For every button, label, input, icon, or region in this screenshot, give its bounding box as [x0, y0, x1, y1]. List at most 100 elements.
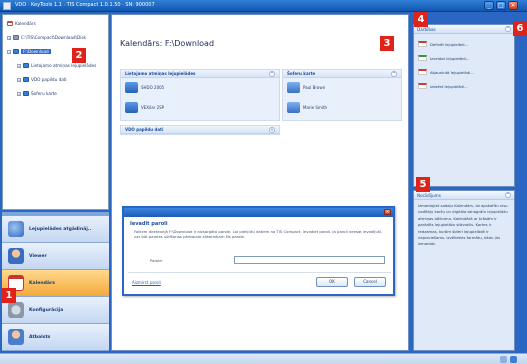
help-status-icon[interactable]	[510, 356, 517, 363]
task-delete-download[interactable]: Izdzēst lejupielādi...	[418, 83, 468, 89]
minimize-button[interactable]: _	[484, 1, 494, 10]
tree-item-label: Šoferu karte	[31, 91, 57, 96]
tree-item-download[interactable]: − F:\Download	[7, 47, 51, 56]
panel-title: Darbības	[417, 26, 436, 32]
panel-header[interactable]: Norādījums ^	[414, 191, 514, 200]
dialog-close-button[interactable]: ×	[384, 209, 391, 215]
support-person-icon	[8, 329, 24, 345]
nav-label: Konfigurācija	[29, 307, 64, 313]
nav-download-reminder[interactable]: Lejupielādes atgādināj..	[2, 216, 109, 243]
task-define-download[interactable]: Definēt lejupielādi...	[418, 41, 468, 47]
password-input[interactable]	[234, 256, 385, 264]
navigation-pane: Lejupielādes atgādināj.. Viewer Kalendār…	[2, 212, 109, 353]
help-panel: Norādījums ^ Izmantojiet sadaļu Kalendār…	[413, 190, 515, 351]
calendar-icon	[7, 21, 13, 26]
callout-badge-3: 3	[380, 36, 394, 51]
collapse-chevron-icon[interactable]: ^	[505, 192, 511, 198]
task-label: Izdzēst lejupielādi...	[430, 83, 468, 89]
nav-label: Lejupielādes atgādināj..	[29, 226, 92, 232]
status-icon	[500, 356, 507, 363]
vdo-extra-section: VDO papildu dati v	[120, 125, 280, 135]
task-create-download[interactable]: Izveidot lejupielādi...	[418, 55, 469, 61]
collapse-chevron-icon[interactable]: ^	[269, 70, 275, 77]
divider	[128, 272, 391, 273]
callout-badge-6: 6	[513, 21, 527, 36]
tree-item-label: Lietojamo atmiņas lejupielādes	[31, 63, 97, 68]
driver-card-icon	[287, 102, 300, 113]
tree-item-label: Kalendārs	[15, 21, 36, 26]
collapse-chevron-icon[interactable]: ^	[505, 26, 511, 32]
nav-calendar[interactable]: Kalendārs	[2, 270, 109, 297]
main-content: Kalendārs: F:\Download Lietojamo atmiņas…	[111, 14, 409, 351]
callout-badge-5: 5	[416, 177, 430, 192]
callout-badge-1: 1	[2, 288, 16, 303]
window-title: VDO · KeyTools 1.1 · TIS Compact 1.0.1.5…	[15, 2, 155, 8]
maximize-button[interactable]: □	[496, 1, 506, 10]
panel-title: Norādījums	[417, 192, 441, 198]
cancel-button[interactable]: Cancel	[354, 277, 386, 287]
tachograph-icon	[125, 102, 138, 113]
driver-card-item[interactable]: Marie Smith	[287, 102, 327, 113]
tachograph-icon	[23, 63, 29, 68]
nav-label: Kalendārs	[29, 280, 56, 286]
task-label: Definēt lejupielādi...	[430, 41, 469, 47]
tree-item-vdo-extra[interactable]: + VDO papildu dati	[17, 75, 67, 84]
nav-label: Atbalsts	[29, 334, 51, 340]
add-task-icon	[418, 55, 427, 61]
tree-item-label: C:\TIS\Compact\Download\Disk	[21, 35, 86, 40]
collapse-chevron-icon[interactable]: ^	[391, 70, 397, 77]
panel-header[interactable]: Darbības ^	[414, 25, 514, 34]
computer-icon	[13, 35, 19, 40]
item-label: Marie Smith	[303, 105, 328, 110]
delete-task-icon	[418, 83, 427, 89]
nav-support[interactable]: Atbalsts	[2, 324, 109, 351]
calendar-task-icon	[418, 69, 427, 75]
nav-viewer[interactable]: Viewer	[2, 243, 109, 270]
dialog-titlebar[interactable]	[124, 208, 393, 217]
status-bar	[0, 353, 527, 364]
expand-icon[interactable]: +	[17, 91, 21, 96]
expand-icon[interactable]: +	[17, 63, 21, 68]
close-button[interactable]: ×	[508, 1, 518, 10]
item-label: SHDO 2005	[141, 85, 165, 90]
task-label: Izveidot lejupielādi...	[430, 55, 470, 61]
expand-icon[interactable]: +	[7, 35, 11, 40]
section-header[interactable]: Šoferu karte ^	[283, 70, 401, 78]
page-title: Kalendārs: F:\Download	[120, 39, 215, 48]
viewer-person-icon	[8, 248, 24, 264]
help-text: Izmantojiet sadaļu Kalendārs, lai apskat…	[418, 203, 508, 247]
section-title: VDO papildu dati	[125, 127, 164, 132]
section-title: Šoferu karte	[287, 71, 316, 76]
tree-item-calendar[interactable]: Kalendārs	[7, 19, 36, 28]
tree-item-label: VDO papildu dati	[31, 77, 67, 82]
item-label: VEXilar 2SP	[141, 105, 165, 110]
dialog-heading: Ievadīt paroli	[130, 221, 168, 227]
folder-tree[interactable]: Kalendārs + C:\TIS\Compact\Download\Disk…	[2, 14, 109, 210]
ok-button[interactable]: OK	[316, 277, 348, 287]
password-label: Parole:	[150, 258, 163, 263]
memory-item[interactable]: SHDO 2005	[125, 82, 164, 93]
expand-chevron-icon[interactable]: v	[269, 126, 275, 133]
nav-configuration[interactable]: Konfigurācija	[2, 297, 109, 324]
password-dialog: × Ievadīt paroli Failiem direktorijā F:\…	[122, 206, 395, 296]
calendar-task-icon	[418, 41, 427, 47]
driver-card-icon	[287, 82, 300, 93]
collapse-icon[interactable]: −	[7, 49, 11, 54]
memory-item[interactable]: VEXilar 2SP	[125, 102, 164, 113]
callout-badge-2: 2	[72, 48, 86, 63]
driver-card-item[interactable]: Paul Brown	[287, 82, 325, 93]
tree-item-driver-card[interactable]: + Šoferu karte	[17, 89, 57, 98]
section-header[interactable]: Lietojamo atmiņas lejupielādes ^	[121, 70, 279, 78]
forgot-password-link[interactable]: Aizmirst paroli	[132, 280, 161, 285]
driver-cards-section: Šoferu karte ^ Paul Brown Marie Smith	[282, 69, 402, 121]
section-header[interactable]: VDO papildu dati v	[121, 126, 279, 134]
tree-item-label: F:\Download	[21, 49, 51, 54]
memory-downloads-section: Lietojamo atmiņas lejupielādes ^ SHDO 20…	[120, 69, 280, 121]
tachograph-icon	[125, 82, 138, 93]
window-titlebar: VDO · KeyTools 1.1 · TIS Compact 1.0.1.5…	[0, 0, 527, 12]
app-body: Kalendārs + C:\TIS\Compact\Download\Disk…	[0, 12, 527, 353]
expand-icon[interactable]: +	[17, 77, 21, 82]
tree-item-disk[interactable]: + C:\TIS\Compact\Download\Disk	[7, 33, 86, 42]
settings-icon	[8, 302, 24, 318]
task-update-download[interactable]: Atjaunināt lejupielādi...	[418, 69, 474, 75]
